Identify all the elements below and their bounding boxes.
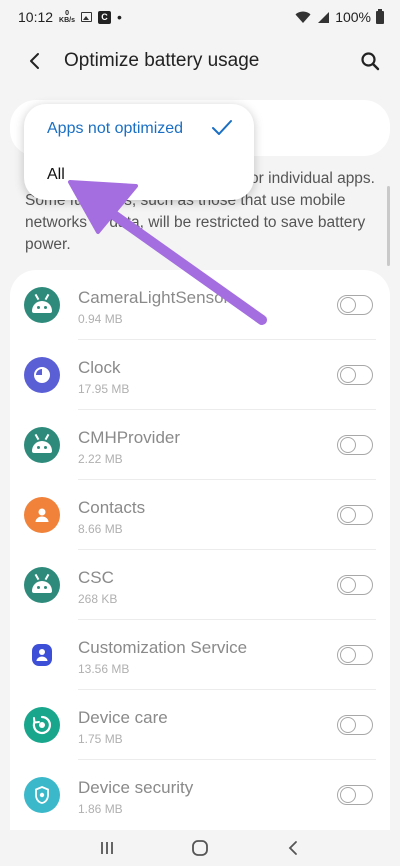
recents-icon (100, 842, 113, 854)
contacts-icon (24, 497, 60, 533)
nav-back-button[interactable] (278, 836, 308, 860)
search-button[interactable] (358, 49, 382, 73)
filter-dropdown: Apps not optimized All (24, 104, 254, 200)
app-list: CameraLightSensor 0.94 MB Clock 17.95 MB… (10, 270, 390, 830)
device-security-icon (24, 777, 60, 813)
navigation-bar (0, 830, 400, 866)
app-name: Contacts (78, 498, 146, 517)
list-item[interactable]: Device care 1.75 MB (10, 690, 390, 760)
optimize-toggle[interactable] (337, 575, 373, 595)
app-bar: Optimize battery usage (0, 34, 400, 88)
android-icon (24, 427, 60, 463)
app-size: 1.86 MB (78, 802, 123, 816)
optimize-toggle[interactable] (337, 365, 373, 385)
app-name: CSC (78, 568, 114, 587)
status-right: 100% (295, 8, 384, 25)
app-size: 268 KB (78, 592, 118, 606)
customization-icon (24, 637, 60, 673)
network-speed: 0 KB/s (59, 10, 75, 24)
recents-button[interactable] (92, 836, 122, 860)
app-size: 1.75 MB (78, 732, 123, 746)
android-icon (24, 567, 60, 603)
back-button[interactable] (22, 49, 46, 73)
app-name: Clock (78, 358, 121, 377)
home-button[interactable] (185, 836, 215, 860)
device-care-icon (24, 707, 60, 743)
app-size: 0.94 MB (78, 312, 123, 326)
optimize-toggle[interactable] (337, 715, 373, 735)
app-name: Device care (78, 708, 168, 727)
signal-icon (318, 11, 330, 23)
optimize-toggle[interactable] (337, 295, 373, 315)
status-bar: 10:12 0 KB/s C • 100% (0, 0, 400, 34)
list-item[interactable]: Contacts 8.66 MB (10, 480, 390, 550)
home-icon (192, 840, 208, 856)
battery-percent: 100% (335, 9, 371, 25)
page-title: Optimize battery usage (64, 50, 260, 71)
app-size: 13.56 MB (78, 662, 130, 676)
optimize-toggle[interactable] (337, 505, 373, 525)
list-item[interactable]: CameraLightSensor 0.94 MB (10, 270, 390, 340)
list-item[interactable]: CSC 268 KB (10, 550, 390, 620)
network-speed-value: 0 (65, 10, 69, 17)
optimize-toggle[interactable] (337, 435, 373, 455)
list-item[interactable]: CMHProvider 2.22 MB (10, 410, 390, 480)
app-size: 2.22 MB (78, 452, 123, 466)
scrollbar[interactable] (387, 186, 390, 266)
search-icon (361, 52, 380, 71)
battery-icon (376, 8, 384, 24)
app-notification-icon: C (98, 10, 111, 24)
app-size: 8.66 MB (78, 522, 123, 536)
gallery-notification-icon (81, 12, 92, 22)
dropdown-option-apps-not-optimized[interactable]: Apps not optimized (47, 120, 183, 138)
optimize-toggle[interactable] (337, 785, 373, 805)
app-name: CMHProvider (78, 428, 181, 447)
list-item[interactable]: Clock 17.95 MB (10, 340, 390, 410)
more-notifications-dot: • (117, 9, 122, 25)
optimize-toggle[interactable] (337, 645, 373, 665)
dropdown-option-all[interactable]: All (47, 166, 65, 184)
list-item[interactable]: Customization Service 13.56 MB (10, 620, 390, 690)
back-arrow-icon (30, 53, 39, 69)
status-left: 10:12 0 KB/s C • (18, 9, 122, 25)
checkmark-icon (212, 120, 232, 135)
status-time: 10:12 (18, 9, 54, 25)
app-size: 17.95 MB (78, 382, 130, 396)
network-speed-unit: KB/s (59, 17, 75, 24)
clock-icon (24, 357, 60, 393)
app-name: Customization Service (78, 638, 248, 657)
list-item[interactable]: Device security 1.86 MB (10, 760, 390, 830)
app-name: CameraLightSensor (78, 288, 230, 307)
wifi-icon (295, 11, 311, 23)
nav-back-icon (289, 841, 298, 855)
android-icon (24, 287, 60, 323)
app-name: Device security (78, 778, 194, 797)
